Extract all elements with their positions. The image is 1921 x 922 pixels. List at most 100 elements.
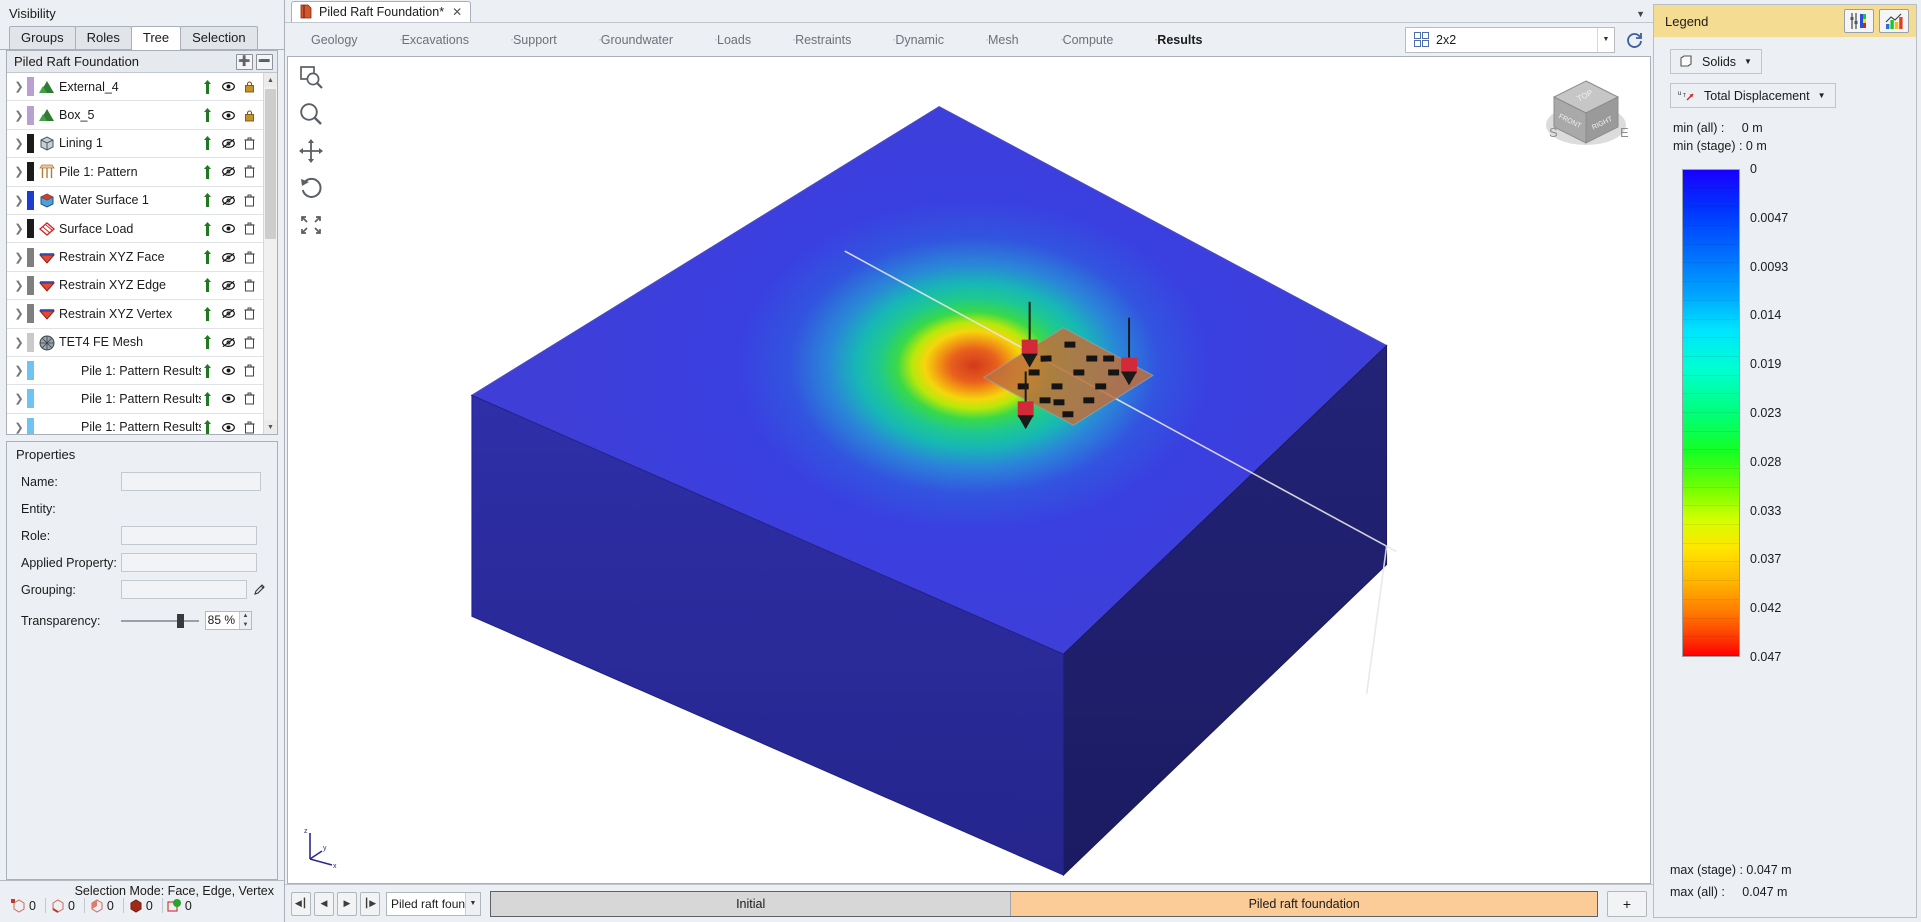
workflow-tab-loads[interactable]: Loads <box>693 27 771 53</box>
next-stage-button[interactable]: ▶ <box>337 891 357 916</box>
expand-toggle-icon[interactable]: ❯ <box>11 251 27 264</box>
role-select[interactable] <box>121 526 257 545</box>
tree-row[interactable]: ❯ Pile 1: Pattern <box>7 158 263 187</box>
pan-icon[interactable] <box>297 137 325 165</box>
visibility-toggle-icon[interactable] <box>222 221 235 236</box>
slider-thumb[interactable] <box>177 613 184 628</box>
lock-icon[interactable] <box>243 79 256 94</box>
collapse-all-button[interactable]: ➖ <box>256 53 273 70</box>
expand-toggle-icon[interactable]: ❯ <box>11 364 27 377</box>
expand-toggle-icon[interactable]: ❯ <box>11 421 27 434</box>
delete-icon[interactable] <box>243 335 256 350</box>
visibility-toggle-icon[interactable] <box>222 278 235 293</box>
visibility-toggle-icon[interactable] <box>222 250 235 265</box>
transparency-slider[interactable] <box>121 613 199 628</box>
visibility-toggle-icon[interactable] <box>222 420 235 434</box>
refresh-button[interactable] <box>1621 27 1647 53</box>
expand-toggle-icon[interactable]: ❯ <box>11 109 27 122</box>
scroll-up-icon[interactable]: ▲ <box>264 73 277 87</box>
rotate-icon[interactable] <box>297 174 325 202</box>
move-to-top-icon[interactable] <box>201 420 214 434</box>
move-to-top-icon[interactable] <box>201 221 214 236</box>
visibility-toggle-icon[interactable] <box>222 108 235 123</box>
workflow-tab-dynamic[interactable]: Dynamic <box>871 27 964 53</box>
tree-row[interactable]: ❯ Restrain XYZ Face <box>7 243 263 272</box>
chevron-down-icon[interactable]: ▼ <box>1744 57 1752 66</box>
legend-chart-icon[interactable] <box>1879 9 1909 33</box>
workflow-tab-compute[interactable]: Compute <box>1039 27 1134 53</box>
tree-row[interactable]: ❯ Restrain XYZ Vertex <box>7 300 263 329</box>
workflow-tab-restraints[interactable]: Restraints <box>771 27 871 53</box>
zoom-all-icon[interactable] <box>297 211 325 239</box>
delete-icon[interactable] <box>243 164 256 179</box>
workflow-tab-support[interactable]: Support <box>489 27 577 53</box>
stepper-down-icon[interactable]: ▼ <box>240 620 251 629</box>
first-stage-button[interactable]: ◀┃ <box>291 891 311 916</box>
expand-toggle-icon[interactable]: ❯ <box>11 222 27 235</box>
visibility-toggle-icon[interactable] <box>222 306 235 321</box>
zoom-window-icon[interactable] <box>297 63 325 91</box>
expand-toggle-icon[interactable]: ❯ <box>11 336 27 349</box>
chevron-down-icon[interactable]: ▼ <box>465 892 480 915</box>
chevron-down-icon[interactable]: ▼ <box>1818 91 1826 100</box>
stage-select[interactable]: Piled raft found ▼ <box>386 891 481 916</box>
tree-row[interactable]: ❯ Lining 1 <box>7 129 263 159</box>
chevron-down-icon[interactable]: ▼ <box>1597 27 1614 52</box>
move-to-top-icon[interactable] <box>201 335 214 350</box>
move-to-top-icon[interactable] <box>201 391 214 406</box>
move-to-top-icon[interactable] <box>201 363 214 378</box>
delete-icon[interactable] <box>243 306 256 321</box>
delete-icon[interactable] <box>243 363 256 378</box>
visibility-toggle-icon[interactable] <box>222 79 235 94</box>
delete-icon[interactable] <box>243 221 256 236</box>
tab-selection[interactable]: Selection <box>180 26 258 49</box>
delete-icon[interactable] <box>243 136 256 151</box>
stepper-up-icon[interactable]: ▲ <box>240 612 251 621</box>
workflow-tab-groundwater[interactable]: Groundwater <box>577 27 693 53</box>
move-to-top-icon[interactable] <box>201 108 214 123</box>
previous-stage-button[interactable]: ◀ <box>314 891 334 916</box>
tree-row[interactable]: ❯ Pile 1: Pattern Results <box>7 356 263 386</box>
legend-settings-icon[interactable] <box>1844 9 1874 33</box>
expand-toggle-icon[interactable]: ❯ <box>11 137 27 150</box>
scrollbar-thumb[interactable] <box>265 89 276 239</box>
transparency-stepper[interactable]: 85 % ▲ ▼ <box>205 611 252 630</box>
add-stage-button[interactable]: + <box>1607 890 1647 917</box>
visibility-toggle-icon[interactable] <box>222 164 235 179</box>
expand-toggle-icon[interactable]: ❯ <box>11 279 27 292</box>
tab-groups[interactable]: Groups <box>9 26 76 49</box>
delete-icon[interactable] <box>243 420 256 434</box>
visibility-toggle-icon[interactable] <box>222 363 235 378</box>
stage-segment[interactable]: Initial <box>491 891 1012 916</box>
move-to-top-icon[interactable] <box>201 136 214 151</box>
applied-property-select[interactable] <box>121 553 257 572</box>
expand-toggle-icon[interactable]: ❯ <box>11 165 27 178</box>
visibility-toggle-icon[interactable] <box>222 335 235 350</box>
view-layout-select[interactable]: 2x2 ▼ <box>1405 26 1615 53</box>
delete-icon[interactable] <box>243 278 256 293</box>
last-stage-button[interactable]: ┃▶ <box>360 891 380 916</box>
tab-roles[interactable]: Roles <box>74 26 132 49</box>
tree-row[interactable]: ❯ Surface Load <box>7 214 263 244</box>
tree-row[interactable]: ❯ Restrain XYZ Edge <box>7 271 263 301</box>
visibility-toggle-icon[interactable] <box>222 193 235 208</box>
tree-row[interactable]: ❯ Box_5 <box>7 101 263 130</box>
delete-icon[interactable] <box>243 250 256 265</box>
visibility-toggle-icon[interactable] <box>222 391 235 406</box>
expand-toggle-icon[interactable]: ❯ <box>11 194 27 207</box>
workflow-tab-results[interactable]: Results <box>1133 27 1222 53</box>
expand-all-button[interactable]: ➕ <box>236 53 253 70</box>
visibility-toggle-icon[interactable] <box>222 136 235 151</box>
workflow-tab-geology[interactable]: Geology <box>287 27 378 53</box>
workflow-tab-mesh[interactable]: Mesh <box>964 27 1039 53</box>
document-tab-piled-raft-foundation[interactable]: Piled Raft Foundation* ✕ <box>291 1 472 22</box>
scroll-down-icon[interactable]: ▼ <box>264 420 277 434</box>
expand-toggle-icon[interactable]: ❯ <box>11 80 27 93</box>
stage-timeline[interactable]: Initial Piled raft foundation <box>490 890 1598 917</box>
result-type-select[interactable]: uT Total Displacement ▼ <box>1670 83 1836 108</box>
delete-icon[interactable] <box>243 193 256 208</box>
navigation-cube[interactable]: TOP FRONT RIGHT S E <box>1538 67 1634 163</box>
lock-icon[interactable] <box>243 108 256 123</box>
tree-row[interactable]: ❯ TET4 FE Mesh <box>7 328 263 357</box>
tree-scrollbar[interactable]: ▲ ▼ <box>263 73 277 434</box>
